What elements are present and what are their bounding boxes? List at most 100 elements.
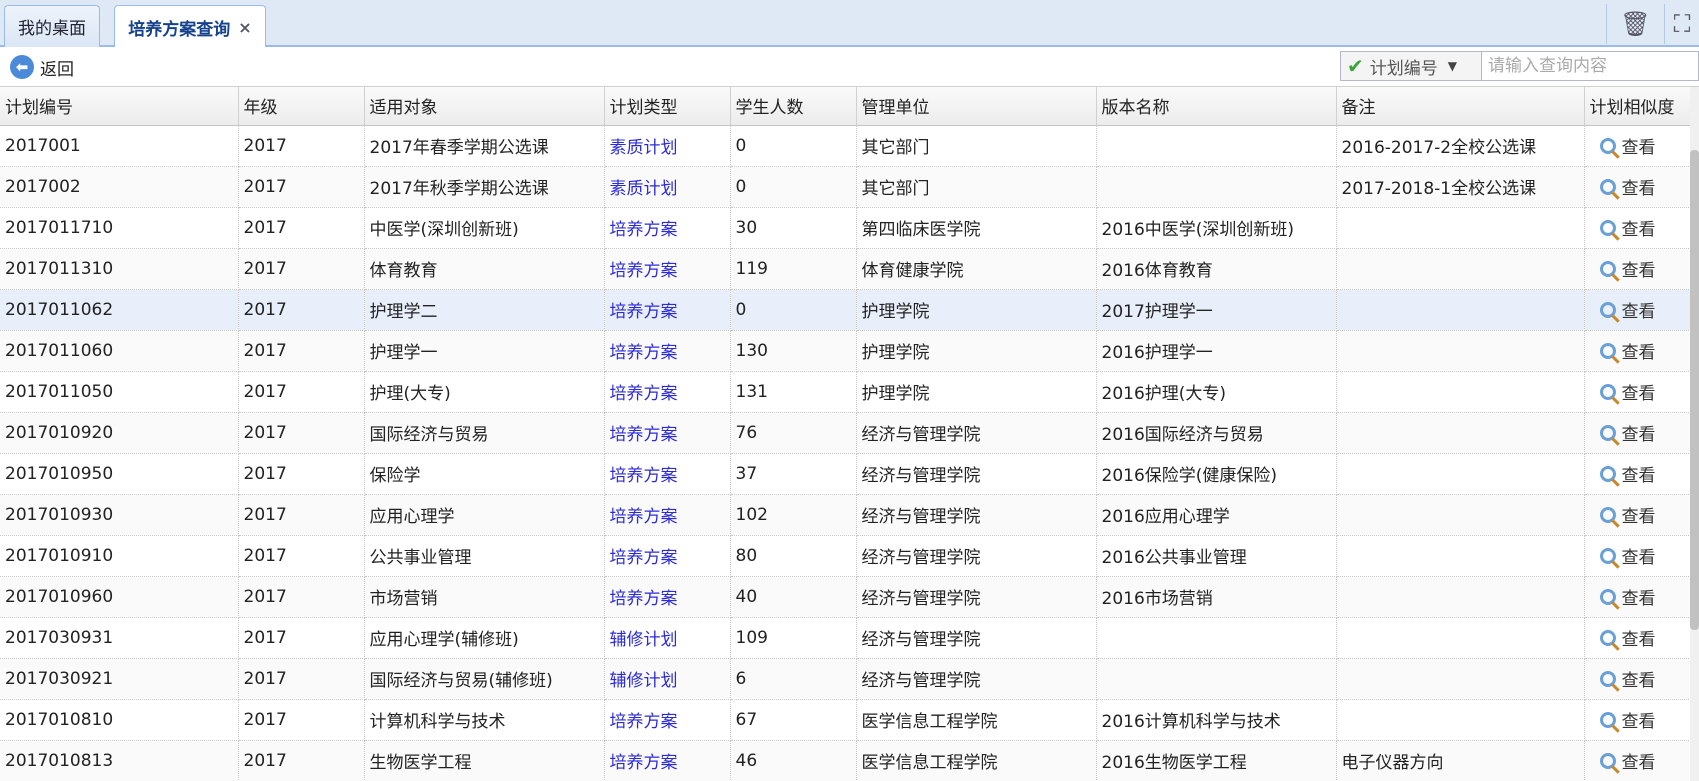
plan-type-link[interactable]: 素质计划 — [610, 138, 678, 158]
view-cell[interactable]: 查看 — [1584, 453, 1691, 495]
table-cell[interactable]: 辅修计划 — [604, 658, 731, 700]
column-header[interactable]: 备注 — [1336, 87, 1585, 126]
view-button[interactable]: 查看 — [1590, 256, 1690, 281]
plan-type-link[interactable]: 培养方案 — [610, 466, 678, 486]
view-button[interactable]: 查看 — [1590, 420, 1690, 445]
table-row[interactable]: 2017010920 2017 国际经济与贸易 培养方案 76 经济与管理学院 2016国际… — [0, 412, 1691, 454]
plan-type-link[interactable]: 培养方案 — [610, 753, 678, 773]
table-cell[interactable]: 培养方案 — [604, 740, 731, 781]
cell-text: 2017 — [243, 709, 287, 730]
column-header[interactable]: 学生人数 — [730, 87, 857, 126]
column-header[interactable]: 版本名称 — [1096, 87, 1337, 126]
table-row[interactable]: 2017010930 2017 应用心理学 培养方案 102 经济与管理学院 2016应用心… — [0, 494, 1691, 536]
view-button[interactable]: 查看 — [1590, 461, 1690, 486]
view-cell[interactable]: 查看 — [1584, 289, 1691, 331]
trash-icon[interactable]: 🗑 — [1606, 4, 1664, 44]
search-input[interactable] — [1482, 51, 1699, 81]
table-row[interactable]: 2017010813 2017 生物医学工程 培养方案 46 医学信息工程学院 2016生物… — [0, 740, 1691, 781]
table-cell[interactable]: 培养方案 — [604, 207, 731, 249]
column-header[interactable]: 年级 — [238, 87, 365, 126]
view-button[interactable]: 查看 — [1590, 338, 1690, 363]
view-cell[interactable]: 查看 — [1584, 740, 1691, 781]
table-cell[interactable]: 素质计划 — [604, 125, 731, 167]
plan-type-link[interactable]: 培养方案 — [610, 507, 678, 527]
table-cell[interactable]: 辅修计划 — [604, 617, 731, 659]
plan-type-link[interactable]: 培养方案 — [610, 548, 678, 568]
table-row[interactable]: 2017030921 2017 国际经济与贸易(辅修班) 辅修计划 6 经济与管理学院 查看 — [0, 658, 1691, 700]
plan-type-link[interactable]: 培养方案 — [610, 712, 678, 732]
view-cell[interactable]: 查看 — [1584, 125, 1691, 167]
view-button[interactable]: 查看 — [1590, 297, 1690, 322]
view-cell[interactable]: 查看 — [1584, 494, 1691, 536]
table-cell[interactable]: 培养方案 — [604, 412, 731, 454]
table-cell[interactable]: 培养方案 — [604, 330, 731, 372]
column-header[interactable]: 管理单位 — [856, 87, 1097, 126]
plan-type-link[interactable]: 培养方案 — [610, 343, 678, 363]
view-cell[interactable]: 查看 — [1584, 412, 1691, 454]
view-cell[interactable]: 查看 — [1584, 617, 1691, 659]
scrollbar-thumb[interactable] — [1690, 150, 1699, 630]
plan-type-link[interactable]: 辅修计划 — [610, 671, 678, 691]
table-cell[interactable]: 培养方案 — [604, 248, 731, 290]
view-button[interactable]: 查看 — [1590, 543, 1690, 568]
view-button[interactable]: 查看 — [1590, 584, 1690, 609]
column-header[interactable]: 计划类型 — [604, 87, 731, 126]
view-cell[interactable]: 查看 — [1584, 371, 1691, 413]
table-cell[interactable]: 培养方案 — [604, 494, 731, 536]
search-field-select[interactable]: ✔ 计划编号 ▼ — [1340, 51, 1482, 81]
view-cell[interactable]: 查看 — [1584, 535, 1691, 577]
table-cell[interactable]: 培养方案 — [604, 371, 731, 413]
view-button[interactable]: 查看 — [1590, 133, 1690, 158]
view-button[interactable]: 查看 — [1590, 502, 1690, 527]
table-cell[interactable]: 培养方案 — [604, 289, 731, 331]
table-row[interactable]: 2017011710 2017 中医学(深圳创新班) 培养方案 30 第四临床医学院 201… — [0, 207, 1691, 249]
view-button[interactable]: 查看 — [1590, 625, 1690, 650]
view-button[interactable]: 查看 — [1590, 748, 1690, 773]
table-row[interactable]: 2017010910 2017 公共事业管理 培养方案 80 经济与管理学院 2016公共事… — [0, 535, 1691, 577]
table-cell: 2017 — [238, 617, 365, 659]
table-row[interactable]: 2017002 2017 2017年秋季学期公选课 素质计划 0 其它部门 2017-201… — [0, 166, 1691, 208]
view-button[interactable]: 查看 — [1590, 666, 1690, 691]
fullscreen-icon[interactable]: ⛶ — [1664, 4, 1699, 44]
tab-my-desktop[interactable]: 我的桌面 — [4, 5, 100, 47]
column-header[interactable]: 适用对象 — [364, 87, 605, 126]
view-cell[interactable]: 查看 — [1584, 658, 1691, 700]
table-cell[interactable]: 培养方案 — [604, 535, 731, 577]
table-cell[interactable]: 培养方案 — [604, 453, 731, 495]
plan-type-link[interactable]: 培养方案 — [610, 220, 678, 240]
view-cell[interactable]: 查看 — [1584, 248, 1691, 290]
table-cell[interactable]: 培养方案 — [604, 576, 731, 618]
table-cell[interactable]: 培养方案 — [604, 699, 731, 741]
plan-type-link[interactable]: 培养方案 — [610, 302, 678, 322]
back-button[interactable]: ⬅ 返回 — [10, 53, 74, 81]
view-button[interactable]: 查看 — [1590, 215, 1690, 240]
view-cell[interactable]: 查看 — [1584, 166, 1691, 208]
plan-type-link[interactable]: 培养方案 — [610, 425, 678, 445]
plan-type-link[interactable]: 培养方案 — [610, 261, 678, 281]
table-row[interactable]: 2017011062 2017 护理学二 培养方案 0 护理学院 2017护理学一 查看 — [0, 289, 1691, 331]
table-row[interactable]: 2017001 2017 2017年春季学期公选课 素质计划 0 其它部门 2016-201… — [0, 125, 1691, 167]
view-cell[interactable]: 查看 — [1584, 207, 1691, 249]
table-cell[interactable]: 素质计划 — [604, 166, 731, 208]
view-cell[interactable]: 查看 — [1584, 576, 1691, 618]
plan-type-link[interactable]: 培养方案 — [610, 589, 678, 609]
table-row[interactable]: 2017010810 2017 计算机科学与技术 培养方案 67 医学信息工程学院 2016… — [0, 699, 1691, 741]
column-header[interactable]: 计划相似度 — [1584, 87, 1691, 126]
table-row[interactable]: 2017011060 2017 护理学一 培养方案 130 护理学院 2016护理学一 查看 — [0, 330, 1691, 372]
view-button[interactable]: 查看 — [1590, 174, 1690, 199]
plan-type-link[interactable]: 辅修计划 — [610, 630, 678, 650]
close-icon[interactable]: × — [238, 18, 251, 37]
view-button[interactable]: 查看 — [1590, 707, 1690, 732]
tab-plan-query[interactable]: 培养方案查询 × — [114, 5, 266, 49]
plan-type-link[interactable]: 培养方案 — [610, 384, 678, 404]
plan-type-link[interactable]: 素质计划 — [610, 179, 678, 199]
view-button[interactable]: 查看 — [1590, 379, 1690, 404]
table-row[interactable]: 2017010960 2017 市场营销 培养方案 40 经济与管理学院 2016市场营销 查… — [0, 576, 1691, 618]
table-row[interactable]: 2017010950 2017 保险学 培养方案 37 经济与管理学院 2016保险学(健康… — [0, 453, 1691, 495]
view-cell[interactable]: 查看 — [1584, 330, 1691, 372]
column-header[interactable]: 计划编号 — [0, 87, 239, 126]
view-cell[interactable]: 查看 — [1584, 699, 1691, 741]
table-row[interactable]: 2017011310 2017 体育教育 培养方案 119 体育健康学院 2016体育教育 查… — [0, 248, 1691, 290]
table-row[interactable]: 2017011050 2017 护理(大专) 培养方案 131 护理学院 2016护理(大专… — [0, 371, 1691, 413]
table-row[interactable]: 2017030931 2017 应用心理学(辅修班) 辅修计划 109 经济与管理学院 查看 — [0, 617, 1691, 659]
